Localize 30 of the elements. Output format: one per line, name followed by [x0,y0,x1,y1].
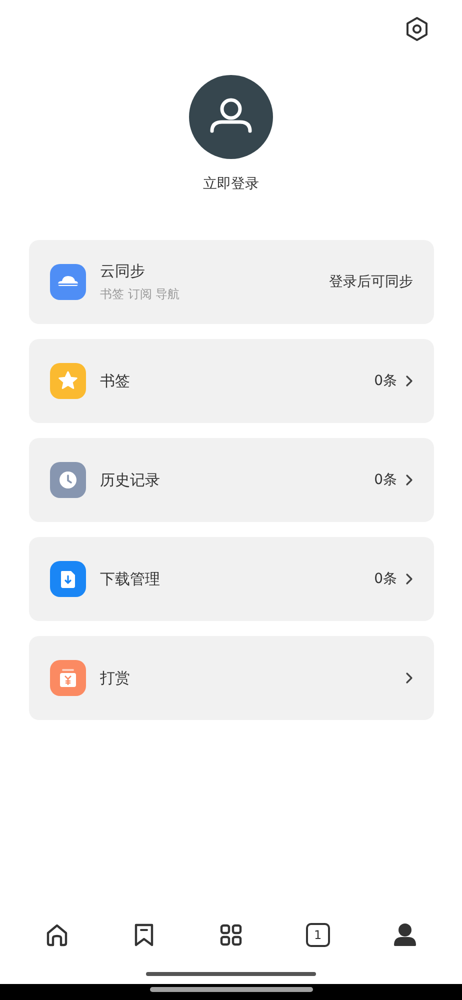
chevron-icon [405,474,413,486]
tabs-button[interactable]: 1 [306,923,330,947]
menu-card[interactable]: 打赏 [29,636,434,720]
menu-title: 历史记录 [100,470,161,490]
menu-value: 0条 [374,372,397,390]
menu-value: 登录后可同步 [329,273,413,291]
chevron-icon [405,375,413,387]
gift-icon [50,660,86,696]
clock-icon [50,462,86,498]
menu-title: 书签 [100,372,131,390]
menu-card[interactable]: 云同步 书签 订阅 导航 登录后可同步 [29,240,434,324]
menu-title: 云同步 [100,262,146,280]
chevron-icon [405,573,413,585]
menu-title: 打赏 [100,668,131,688]
chevron-icon [405,672,413,684]
menu-card[interactable]: 下载管理 0条 [29,537,434,621]
avatar-icon[interactable] [189,75,273,159]
menu-card[interactable]: 历史记录 0条 [29,438,434,522]
cloud-icon [50,264,86,300]
download-icon [50,561,86,597]
settings-icon[interactable] [404,16,430,42]
menu-value: 0条 [374,471,397,489]
menu-value: 0条 [374,570,397,588]
menu-subtitle: 书签 订阅 导航 [100,286,181,302]
grid-icon[interactable] [218,922,244,948]
home-indicator[interactable] [150,986,312,992]
menu-title: 下载管理 [100,570,161,588]
profile-icon[interactable] [392,922,418,948]
menu-card[interactable]: 书签 0条 [29,339,434,423]
login-link[interactable]: 立即登录 [203,175,259,193]
